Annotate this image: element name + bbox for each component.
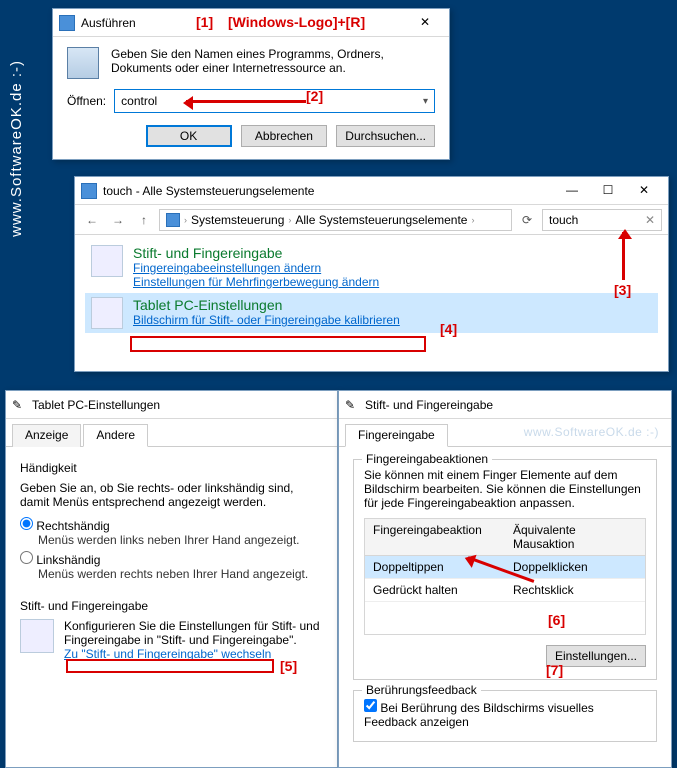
visual-feedback-label: Bei Berührung des Bildschirms visuelles …	[364, 701, 594, 729]
run-app-icon	[59, 15, 75, 31]
run-prompt-icon	[67, 47, 99, 79]
refresh-icon[interactable]: ⟳	[516, 213, 538, 227]
tablet-title: Tablet PC-Einstellungen	[32, 398, 331, 412]
pen-titlebar: ✎ Stift- und Fingereingabe	[339, 391, 671, 419]
tab-fingereingabe[interactable]: Fingereingabe	[345, 424, 448, 447]
touch-actions-table: Fingereingabeaktion Äquivalente Mausakti…	[364, 518, 646, 635]
tablet-dialog-icon: ✎	[12, 398, 26, 412]
browse-button[interactable]: Durchsuchen...	[336, 125, 435, 147]
handedness-heading: Händigkeit	[20, 461, 323, 475]
control-panel-window: touch - Alle Systemsteuerungselemente — …	[74, 176, 669, 372]
col-header-mouse: Äquivalente Mausaktion	[505, 519, 645, 555]
ok-button[interactable]: OK	[146, 125, 232, 147]
radio-right-handed[interactable]: Rechtshändig	[20, 519, 110, 533]
chevron-down-icon[interactable]: ▾	[423, 96, 428, 107]
control-panel-icon	[81, 183, 97, 199]
tab-andere[interactable]: Andere	[83, 424, 148, 447]
minimize-icon[interactable]: —	[554, 181, 590, 201]
open-label: Öffnen:	[67, 94, 106, 108]
run-prompt-text: Geben Sie den Namen eines Programms, Ord…	[111, 47, 435, 79]
result-item-tablet-pc[interactable]: Tablet PC-Einstellungen Bildschirm für S…	[85, 293, 658, 333]
cancel-button[interactable]: Abbrechen	[241, 125, 327, 147]
maximize-icon[interactable]: ☐	[590, 181, 626, 201]
pen-dialog-icon: ✎	[345, 398, 359, 412]
col-header-action: Fingereingabeaktion	[365, 519, 505, 555]
search-value: touch	[549, 213, 578, 227]
crumb-1[interactable]: Systemsteuerung	[191, 213, 284, 227]
pen-touch-link[interactable]: Zu "Stift- und Fingereingabe" wechseln	[64, 647, 271, 661]
visual-feedback-checkbox[interactable]: Bei Berührung des Bildschirms visuelles …	[364, 701, 594, 729]
crumb-2[interactable]: Alle Systemsteuerungselemente	[295, 213, 467, 227]
run-dialog: Ausführen ✕ Geben Sie den Namen eines Pr…	[52, 8, 450, 160]
close-icon[interactable]: ✕	[626, 181, 662, 201]
chevron-right-icon: ›	[288, 215, 291, 225]
cell-mouse: Doppelklicken	[505, 556, 645, 578]
open-combobox[interactable]: control ▾	[114, 89, 435, 113]
touch-feedback-legend: Berührungsfeedback	[362, 683, 481, 697]
tablet-icon	[91, 297, 123, 329]
touch-actions-legend: Fingereingabeaktionen	[362, 452, 492, 466]
right-hint: Menüs werden links neben Ihrer Hand ange…	[38, 533, 323, 547]
result-item-pen-touch[interactable]: Stift- und Fingereingabe Fingereingabeei…	[85, 241, 658, 293]
pen-touch-dialog: ✎ Stift- und Fingereingabe Fingereingabe…	[338, 390, 672, 768]
result-title: Tablet PC-Einstellungen	[133, 297, 400, 313]
pen-title: Stift- und Fingereingabe	[365, 398, 665, 412]
back-button[interactable]: ←	[81, 213, 103, 227]
up-button[interactable]: ↑	[133, 213, 155, 227]
run-title: Ausführen	[81, 16, 407, 30]
forward-button[interactable]: →	[107, 213, 129, 227]
settings-button[interactable]: Einstellungen...	[546, 645, 646, 667]
watermark-inline: www.SoftwareOK.de :-)	[524, 425, 659, 439]
breadcrumb[interactable]: › Systemsteuerung › Alle Systemsteuerung…	[159, 209, 512, 231]
pen-icon	[91, 245, 123, 277]
close-icon[interactable]: ✕	[407, 13, 443, 33]
tab-anzeige[interactable]: Anzeige	[12, 424, 81, 447]
result-link[interactable]: Einstellungen für Mehrfingerbewegung änd…	[133, 275, 379, 289]
breadcrumb-icon	[166, 213, 180, 227]
cell-mouse: Rechtsklick	[505, 579, 645, 601]
cp-navbar: ← → ↑ › Systemsteuerung › Alle Systemste…	[75, 205, 668, 235]
pen-section-prompt: Konfigurieren Sie die Einstellungen für …	[64, 619, 323, 647]
chevron-right-icon: ›	[471, 215, 474, 225]
tablet-titlebar: ✎ Tablet PC-Einstellungen	[6, 391, 337, 419]
open-value: control	[121, 94, 157, 108]
result-title: Stift- und Fingereingabe	[133, 245, 379, 261]
pen-section-heading: Stift- und Fingereingabe	[20, 599, 323, 613]
pen-section-icon	[20, 619, 54, 653]
table-row-presshold[interactable]: Gedrückt halten Rechtsklick	[365, 579, 645, 602]
cp-title: touch - Alle Systemsteuerungselemente	[103, 184, 554, 198]
result-link[interactable]: Fingereingabeeinstellungen ändern	[133, 261, 379, 275]
cell-action: Gedrückt halten	[365, 579, 505, 601]
run-titlebar: Ausführen ✕	[53, 9, 449, 37]
clear-search-icon[interactable]: ✕	[645, 213, 655, 227]
cp-titlebar: touch - Alle Systemsteuerungselemente — …	[75, 177, 668, 205]
tablet-pc-settings-dialog: ✎ Tablet PC-Einstellungen Anzeige Andere…	[5, 390, 338, 768]
handedness-prompt: Geben Sie an, ob Sie rechts- oder linksh…	[20, 481, 323, 509]
radio-right-label: Rechtshändig	[36, 519, 109, 533]
cell-action: Doppeltippen	[365, 556, 505, 578]
search-input[interactable]: touch ✕	[542, 209, 662, 231]
touch-feedback-group: Berührungsfeedback Bei Berührung des Bil…	[353, 690, 657, 742]
radio-left-label: Linkshändig	[36, 553, 100, 567]
chevron-right-icon: ›	[184, 215, 187, 225]
touch-actions-prompt: Sie können mit einem Finger Elemente auf…	[364, 468, 646, 510]
watermark-sidebar: www.SoftwareOK.de :-)	[8, 60, 25, 237]
result-link-calibrate[interactable]: Bildschirm für Stift- oder Fingereingabe…	[133, 313, 400, 327]
touch-actions-group: Fingereingabeaktionen Sie können mit ein…	[353, 459, 657, 680]
table-row-doubletap[interactable]: Doppeltippen Doppelklicken	[365, 556, 645, 579]
left-hint: Menüs werden rechts neben Ihrer Hand ang…	[38, 567, 323, 581]
radio-left-handed[interactable]: Linkshändig	[20, 553, 100, 567]
